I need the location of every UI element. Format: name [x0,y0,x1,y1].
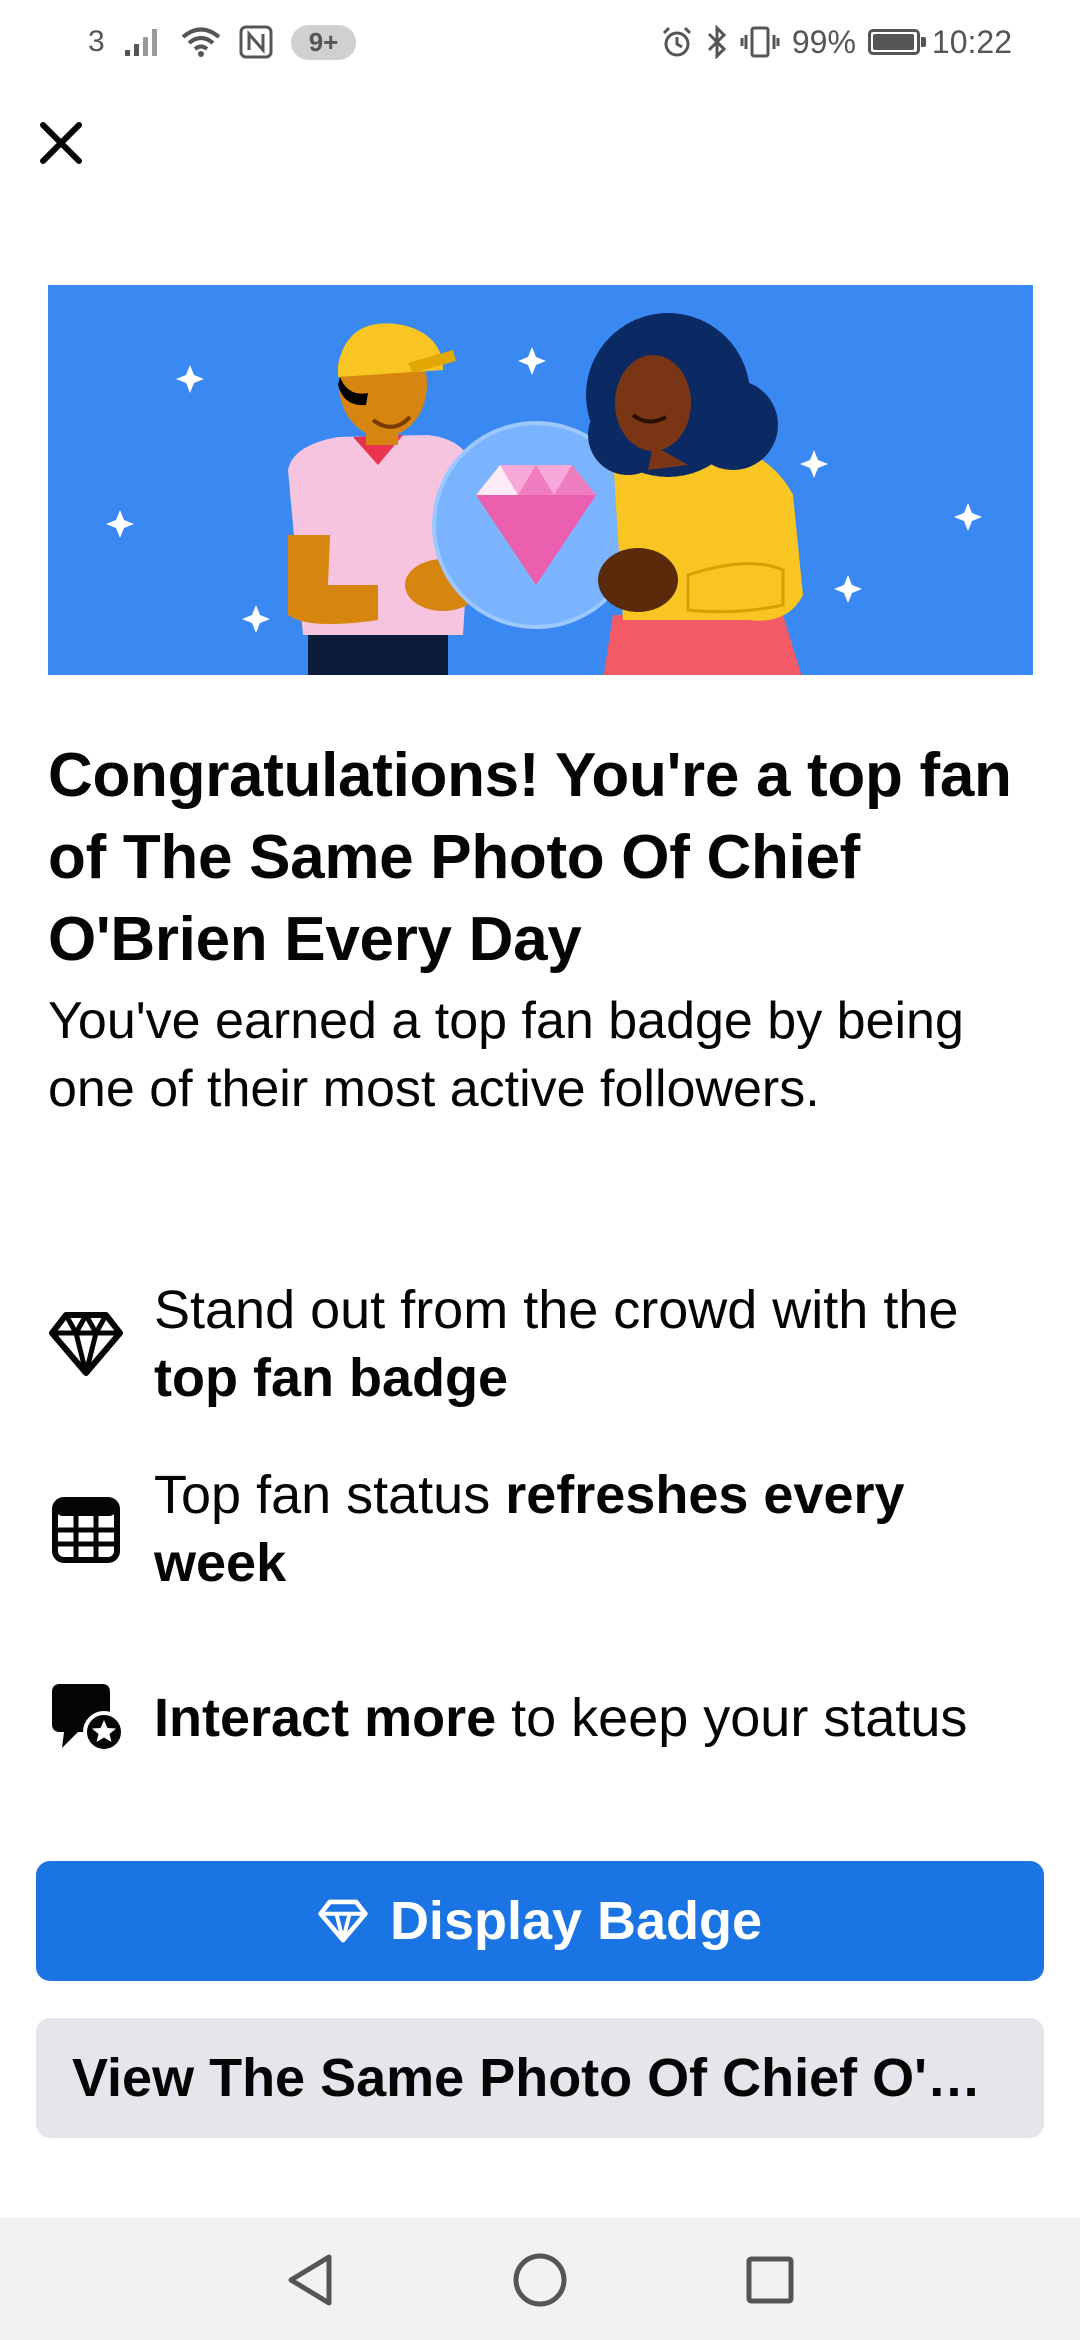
feature-text: Top fan status refreshes every week [154,1461,1024,1597]
top-fans-illustration [106,313,982,675]
alarm-icon [662,26,691,57]
notification-count-badge: 9+ [290,24,357,60]
page-title: Congratulations! You're a top fan of The… [48,741,1012,974]
page-subtitle: You've earned a top fan badge by being o… [48,992,964,1118]
woman-figure [586,313,803,675]
bluetooth-icon [707,25,726,59]
back-triangle-icon [288,2254,332,2306]
close-icon [40,122,82,164]
recents-square-icon [746,2256,794,2304]
close-button[interactable] [30,112,92,174]
feature-text-bold: Interact more [154,1688,497,1748]
display-badge-button[interactable]: Display Badge [36,1861,1044,1981]
status-bar-right: 99% 10:22 [660,18,1012,66]
signal-icon [124,29,157,56]
wifi-icon [181,27,220,57]
carrier-label: 3 [88,25,105,58]
view-page-label: View The Same Photo Of Chief O'Brien Eve… [72,2048,1008,2108]
home-button[interactable] [508,2248,572,2312]
feature-text: Interact more to keep your status [154,1684,1024,1752]
feature-text: Stand out from the crowd with the top fa… [154,1276,1024,1412]
status-bar: 3 9+ 99% 10:22 [0,0,1080,84]
view-page-button[interactable]: View The Same Photo Of Chief O'Brien Eve… [36,2018,1044,2138]
recents-button[interactable] [738,2248,802,2312]
feature-text-normal: to keep your status [496,1688,968,1748]
battery-icon [867,29,926,55]
display-badge-label: Display Badge [389,1891,763,1951]
hero-illustration [48,285,1033,675]
chat-star-icon [48,1680,124,1756]
feature-text-bold: top fan badge [154,1348,508,1408]
clock: 10:22 [931,23,1012,60]
diamond-icon [318,1899,368,1943]
feature-text-normal: Top fan status [154,1465,506,1525]
status-bar-left: 3 9+ [88,18,357,66]
feature-item-weekly: Top fan status refreshes every week [48,1461,1024,1597]
back-button[interactable] [278,2248,342,2312]
battery-percent: 99% [791,23,856,60]
home-circle-icon [513,2253,567,2307]
diamond-icon [48,1306,124,1382]
nfc-icon [239,25,273,59]
battery-fill [872,34,915,50]
feature-item-badge: Stand out from the crowd with the top fa… [48,1276,1024,1412]
system-nav-bar [0,2218,1080,2340]
vibrate-icon [740,26,780,58]
calendar-icon [48,1491,124,1567]
feature-text-normal: Stand out from the crowd with the [154,1280,959,1340]
feature-item-interact: Interact more to keep your status [48,1680,1024,1756]
